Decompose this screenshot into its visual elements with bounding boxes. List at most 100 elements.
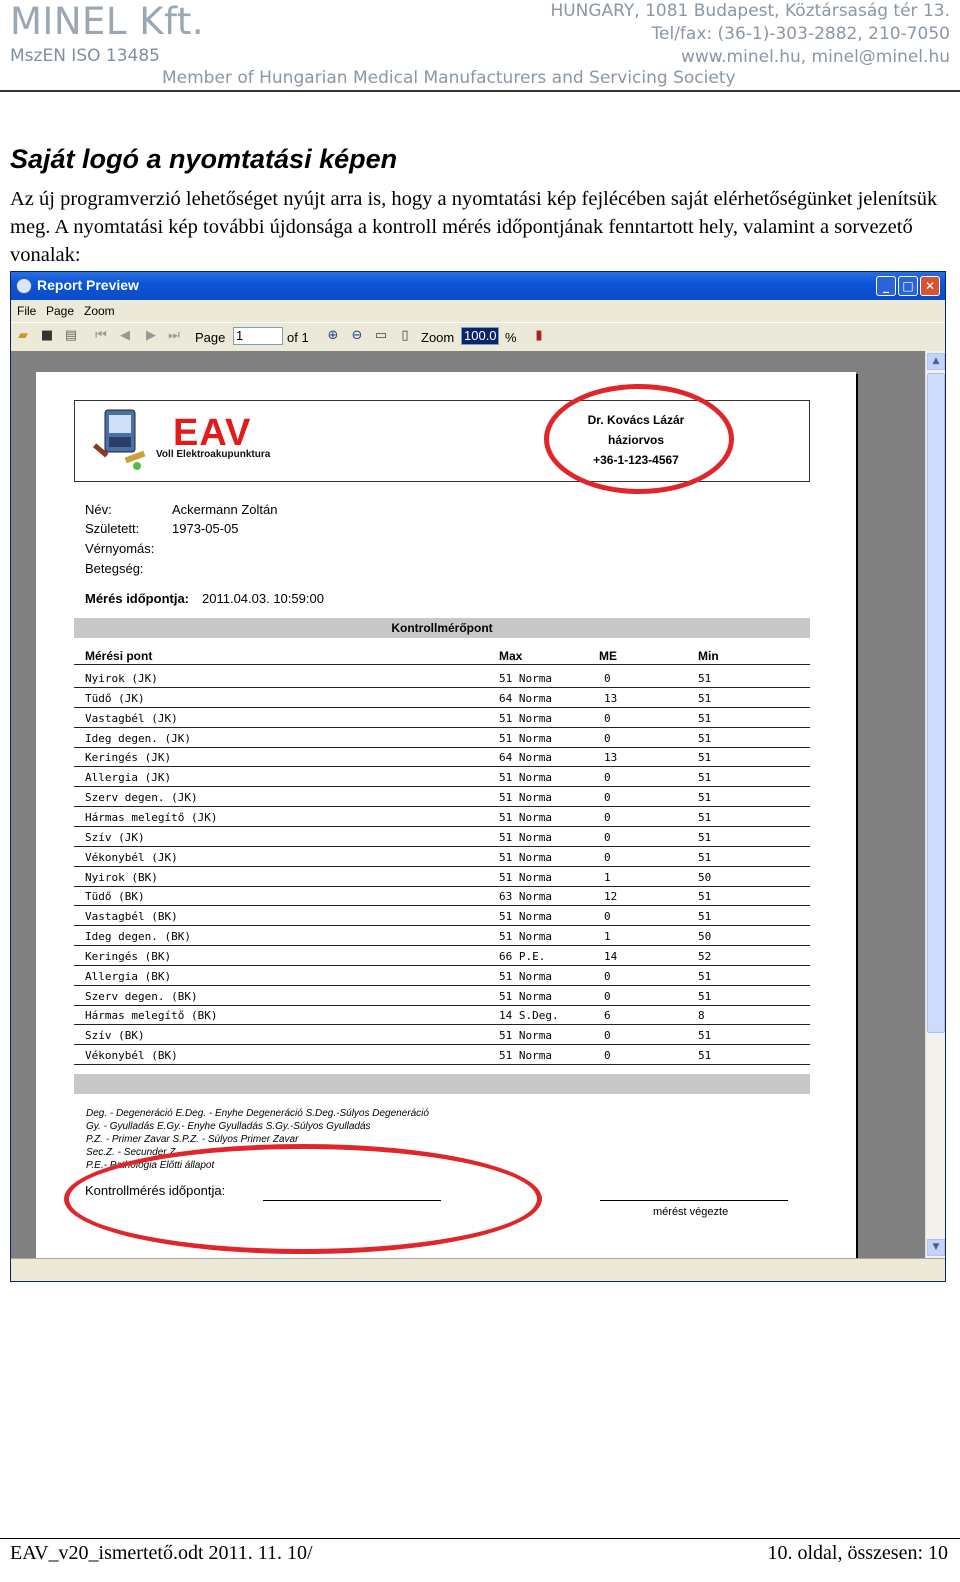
cell-me: 0	[604, 810, 611, 824]
cell-me: 12	[604, 890, 618, 904]
minimize-button[interactable]: _	[876, 276, 896, 296]
last-page-icon[interactable]: ⏭	[166, 328, 182, 344]
cell-me: 0	[604, 791, 611, 805]
cell-max: 51 Norma	[499, 771, 552, 785]
section-paragraph: Az új programverzió lehetőséget nyújt ar…	[10, 188, 938, 266]
cell-min: 51	[698, 1049, 712, 1063]
open-folder-icon[interactable]: ▰	[15, 328, 31, 344]
cell-min: 50	[698, 870, 712, 884]
blood-pressure-label: Vérnyomás:	[85, 541, 155, 556]
cell-min: 51	[698, 672, 712, 685]
next-page-icon[interactable]: ▶	[143, 328, 159, 344]
table-row: Ideg degen. (BK) 51 Norma 1 50	[74, 926, 810, 947]
cell-point: Vékonybél (JK)	[85, 850, 178, 864]
cell-point: Vastagbél (JK)	[85, 711, 178, 725]
status-bar	[11, 1258, 945, 1281]
cell-point: Ideg degen. (BK)	[85, 930, 191, 944]
footer-divider	[0, 1538, 960, 1539]
cell-max: 51 Norma	[499, 910, 552, 924]
born-value: 1973-05-05	[172, 521, 239, 536]
table-row: Vastagbél (JK) 51 Norma 0 51	[74, 708, 810, 728]
cell-point: Tüdő (BK)	[85, 890, 145, 904]
legend-line: Deg. - Degeneráció E.Deg. - Enyhe Degene…	[86, 1108, 429, 1119]
zoom-input[interactable]: 100.0	[461, 327, 499, 345]
print-icon[interactable]: ▤	[63, 328, 79, 344]
cell-me: 0	[604, 672, 611, 685]
cell-max: 51 Norma	[499, 830, 552, 844]
page-number-input[interactable]: 1	[233, 327, 283, 345]
page-width-icon[interactable]: ▭	[373, 328, 389, 344]
column-max: Max	[499, 649, 523, 663]
company-name: MINEL Kft.	[10, 0, 205, 43]
cell-max: 51 Norma	[499, 969, 552, 983]
cell-min: 51	[698, 751, 712, 765]
cell-min: 51	[698, 969, 712, 983]
letterhead-divider	[0, 90, 960, 92]
preview-area[interactable]: EAV Voll Elektroakupunktura Dr. Kovács L…	[11, 351, 925, 1258]
maximize-button[interactable]: □	[898, 276, 918, 296]
menu-file[interactable]: File	[17, 304, 36, 318]
cell-point: Szerv degen. (JK)	[85, 791, 198, 805]
cell-max: 51 Norma	[499, 870, 552, 884]
cell-max: 64 Norma	[499, 751, 552, 765]
cell-max: 51 Norma	[499, 989, 552, 1003]
menu-zoom[interactable]: Zoom	[84, 304, 115, 318]
column-point: Mérési pont	[85, 649, 153, 663]
eav-device-icon	[92, 409, 146, 470]
cell-me: 0	[604, 1029, 611, 1043]
column-min: Min	[698, 649, 719, 663]
table-row: Hármas melegítő (BK) 14 S.Deg. 6 8	[74, 1005, 810, 1026]
menu-page[interactable]: Page	[46, 304, 74, 318]
cell-min: 51	[698, 791, 712, 805]
cell-me: 0	[604, 830, 611, 844]
cell-min: 51	[698, 910, 712, 924]
prev-page-icon[interactable]: ◀	[117, 328, 133, 344]
window-title: Report Preview	[37, 277, 139, 293]
company-address: HUNGARY, 1081 Budapest, Köztársaság tér …	[550, 1, 950, 21]
scroll-thumb[interactable]	[927, 373, 945, 1033]
save-icon[interactable]: ■	[39, 328, 55, 344]
cell-me: 1	[604, 870, 611, 884]
iso-standard: MszEN ISO 13485	[10, 46, 160, 66]
scroll-down-icon[interactable]: ▼	[927, 1239, 945, 1256]
cell-point: Vastagbél (BK)	[85, 910, 178, 924]
cell-me: 1	[604, 930, 611, 944]
table-row: Szerv degen. (BK) 51 Norma 0 51	[74, 986, 810, 1006]
cell-point: Allergia (BK)	[85, 969, 172, 983]
window-titlebar[interactable]: Report Preview _ □ ✕	[11, 272, 945, 300]
cell-point: Allergia (JK)	[85, 771, 172, 785]
cell-point: Szerv degen. (BK)	[85, 989, 198, 1003]
legend-line: Gy. - Gyulladás E.Gy.- Enyhe Gyulladás S…	[86, 1121, 371, 1132]
scroll-up-icon[interactable]: ▲	[927, 353, 945, 370]
close-button[interactable]: ✕	[920, 276, 940, 296]
cell-point: Szív (JK)	[85, 830, 145, 844]
cell-max: 63 Norma	[499, 890, 552, 904]
letterhead-left: MINEL Kft. MszEN ISO 13485	[10, 0, 205, 67]
report-page: EAV Voll Elektroakupunktura Dr. Kovács L…	[36, 372, 856, 1258]
zoom-in-icon[interactable]: ⊕	[325, 328, 341, 344]
cell-min: 51	[698, 890, 712, 904]
cell-max: 51 Norma	[499, 791, 552, 805]
whole-page-icon[interactable]: ▯	[397, 328, 413, 344]
exit-icon[interactable]: ▮	[531, 328, 547, 344]
cell-point: Nyirok (JK)	[85, 672, 158, 685]
company-phone: Tel/fax: (36-1)-303-2882, 210-7050	[651, 24, 950, 44]
zoom-out-icon[interactable]: ⊖	[349, 328, 365, 344]
report-preview-window: Report Preview _ □ ✕ File Page Zoom ▰ ■ …	[10, 271, 946, 1282]
name-label: Név:	[85, 502, 112, 517]
table-row: Szív (BK) 51 Norma 0 51	[74, 1025, 810, 1046]
disease-label: Betegség:	[85, 561, 144, 576]
cell-point: Hármas melegítő (BK)	[85, 1009, 218, 1023]
cell-me: 0	[604, 969, 611, 983]
cell-max: 51 Norma	[499, 810, 552, 824]
section-title: Kontrollmérőpont	[391, 621, 493, 635]
vertical-scrollbar[interactable]: ▲ ▼	[925, 351, 945, 1258]
table-row: Vékonybél (BK) 51 Norma 0 51	[74, 1045, 810, 1066]
footer-filename: EAV_v20_ismertető.odt 2011. 11. 10/	[10, 1542, 313, 1564]
first-page-icon[interactable]: ⏮	[93, 328, 109, 344]
born-label: Született:	[85, 521, 140, 536]
measurement-time-value: 2011.04.03. 10:59:00	[202, 591, 324, 606]
cell-me: 14	[604, 949, 618, 963]
table-row: Vékonybél (JK) 51 Norma 0 51	[74, 847, 810, 867]
cell-me: 0	[604, 1049, 611, 1063]
